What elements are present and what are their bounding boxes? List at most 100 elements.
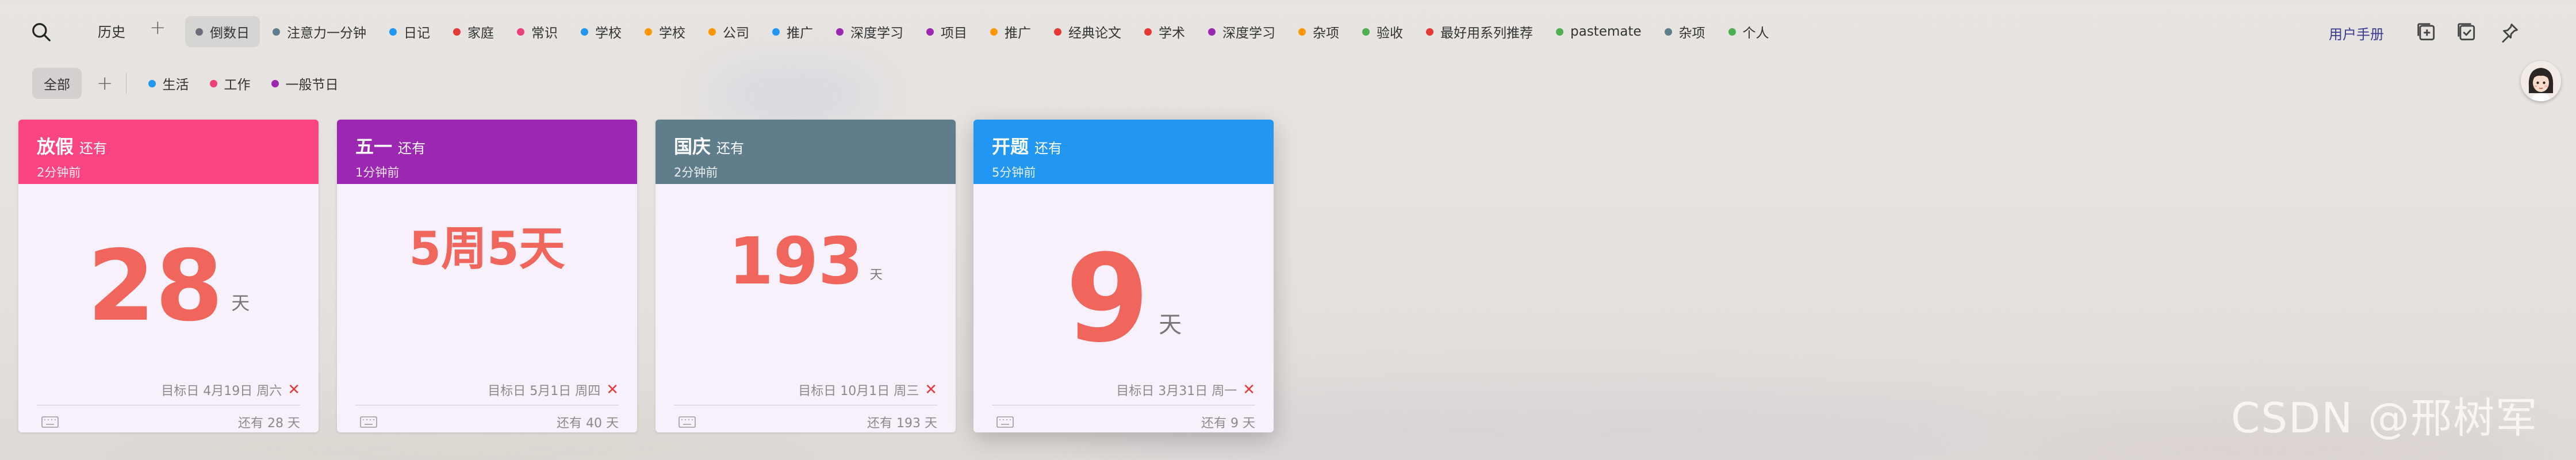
countdown-number: 5周5天 — [409, 222, 565, 275]
delete-card-button[interactable]: ✕ — [606, 381, 619, 398]
category-tab-label: 深度学习 — [850, 26, 903, 41]
category-tab-label: pastemate — [1570, 24, 1642, 39]
category-tab[interactable]: 学校 — [570, 16, 632, 47]
keyboard-icon[interactable] — [678, 416, 696, 428]
category-tab-label: 公司 — [723, 26, 749, 41]
subcategory-tab-label: 一般节日 — [285, 78, 339, 93]
category-color-dot — [1362, 28, 1370, 36]
countdown-card-vacation[interactable]: 放假 还有 2分钟前 28 天 目标日 4月19日 周六 ✕ 还有 28 天 — [18, 120, 319, 432]
keyboard-icon[interactable] — [360, 416, 377, 428]
subcategory-color-dot — [271, 79, 279, 87]
target-date: 目标日 10月1日 周三 — [798, 384, 919, 398]
category-tab[interactable]: 推广 — [980, 16, 1041, 47]
category-tab-label: 项目 — [941, 26, 967, 41]
countdown-card-thesis-proposal[interactable]: 开题 还有 5分钟前 9 天 目标日 3月31日 周一 ✕ 还有 9 天 — [973, 120, 1274, 432]
category-tab[interactable]: 日记 — [379, 16, 440, 47]
category-color-dot — [1664, 28, 1672, 36]
card-updated-time: 1分钟前 — [355, 166, 400, 179]
pin-icon — [2502, 24, 2518, 43]
category-color-dot — [389, 28, 397, 36]
category-tab[interactable]: pastemate — [1546, 16, 1652, 47]
target-date: 目标日 4月19日 周六 — [161, 384, 282, 398]
category-tab[interactable]: 注意力一分钟 — [262, 16, 377, 47]
card-header: 开题 还有 5分钟前 — [973, 120, 1274, 184]
user-manual-link[interactable]: 用户手册 — [2329, 23, 2384, 43]
checklist-button[interactable] — [2453, 18, 2481, 46]
subcategory-tab[interactable]: 工作 — [200, 74, 261, 93]
category-color-dot — [708, 28, 716, 36]
category-tab[interactable]: 常识 — [507, 16, 568, 47]
category-tab-label: 杂项 — [1313, 26, 1339, 41]
sub-category-tabs: 生活 工作 一般节日 — [138, 74, 349, 93]
countdown-unit: 天 — [231, 292, 250, 314]
category-tab[interactable]: 推广 — [762, 16, 823, 47]
category-tab[interactable]: 深度学习 — [826, 16, 914, 47]
delete-card-button[interactable]: ✕ — [288, 381, 300, 398]
countdown-card-national-day[interactable]: 国庆 还有 2分钟前 193 天 目标日 10月1日 周三 ✕ 还有 193 天 — [656, 120, 956, 432]
category-tab[interactable]: 公司 — [698, 16, 760, 47]
add-box-icon — [2417, 23, 2435, 41]
countdown-card-may-day[interactable]: 五一 还有 1分钟前 5周5天 目标日 5月1日 周四 ✕ 还有 40 天 — [337, 120, 637, 432]
category-tab[interactable]: 杂项 — [1654, 16, 1716, 47]
category-tab[interactable]: 学校 — [634, 16, 696, 47]
category-tab[interactable]: 学术 — [1134, 16, 1195, 47]
card-title-suffix: 还有 — [79, 140, 108, 156]
avatar-icon — [2521, 61, 2561, 101]
countdown-unit: 天 — [869, 268, 883, 282]
remaining-days-text: 还有 28 天 — [238, 416, 300, 431]
card-updated-time: 5分钟前 — [992, 166, 1036, 179]
category-tab-label: 最好用系列推荐 — [1440, 26, 1533, 41]
category-tab[interactable]: 杂项 — [1288, 16, 1350, 47]
category-tab-label: 家庭 — [467, 26, 494, 41]
card-header: 五一 还有 1分钟前 — [337, 120, 637, 184]
category-color-dot — [517, 28, 524, 36]
category-tab[interactable]: 最好用系列推荐 — [1416, 16, 1543, 47]
subcategory-color-dot — [209, 79, 217, 87]
sub-category-bar: 全部 + 生活 工作 一般节日 — [32, 66, 349, 101]
subcategory-tab-label: 生活 — [162, 78, 189, 93]
category-tab-label: 个人 — [1742, 26, 1769, 41]
countdown-number: 28 — [87, 229, 224, 343]
add-subcategory-button[interactable]: + — [97, 72, 113, 95]
keyboard-icon[interactable] — [41, 416, 59, 428]
countdown-number: 9 — [1065, 228, 1150, 369]
keyboard-icon[interactable] — [996, 416, 1014, 428]
add-category-button[interactable]: + — [150, 16, 166, 39]
filter-all-button[interactable]: 全部 — [32, 68, 82, 99]
category-color-dot — [1208, 28, 1216, 36]
category-tab[interactable]: 深度学习 — [1198, 16, 1286, 47]
remaining-days-text: 还有 40 天 — [557, 416, 619, 431]
target-date: 目标日 3月31日 周一 — [1116, 384, 1237, 398]
category-color-dot — [990, 28, 998, 36]
history-link[interactable]: 历史 — [98, 21, 125, 41]
category-tab[interactable]: 个人 — [1718, 16, 1780, 47]
category-tab[interactable]: 家庭 — [443, 16, 504, 47]
subcategory-tab[interactable]: 一般节日 — [261, 74, 349, 93]
category-tab[interactable]: 经典论文 — [1044, 16, 1132, 47]
category-color-dot — [772, 28, 780, 36]
card-title-suffix: 还有 — [398, 140, 426, 156]
search-icon — [32, 23, 51, 41]
category-tab[interactable]: 验收 — [1352, 16, 1413, 47]
category-tab-label: 日记 — [404, 26, 430, 41]
delete-card-button[interactable]: ✕ — [1243, 381, 1255, 398]
category-tab[interactable]: 倒数日 — [185, 16, 260, 47]
category-tab[interactable]: 项目 — [916, 16, 977, 47]
user-avatar[interactable] — [2521, 61, 2561, 101]
subcategory-tab[interactable]: 生活 — [138, 74, 200, 93]
search-button[interactable] — [28, 18, 55, 46]
category-tab-label: 深度学习 — [1222, 26, 1275, 41]
delete-card-button[interactable]: ✕ — [925, 381, 937, 398]
category-color-dot — [645, 28, 652, 36]
card-header: 国庆 还有 2分钟前 — [656, 120, 956, 184]
subcategory-tab-label: 工作 — [224, 78, 251, 93]
category-tab-label: 经典论文 — [1068, 26, 1121, 41]
category-color-dot — [926, 28, 934, 36]
category-color-dot — [1728, 28, 1736, 36]
category-tab-label: 验收 — [1377, 26, 1403, 41]
add-box-button[interactable] — [2413, 18, 2440, 46]
category-tab-label: 推广 — [787, 26, 813, 41]
pin-button[interactable] — [2496, 18, 2523, 46]
category-color-dot — [453, 28, 461, 36]
category-color-dot — [195, 28, 203, 36]
